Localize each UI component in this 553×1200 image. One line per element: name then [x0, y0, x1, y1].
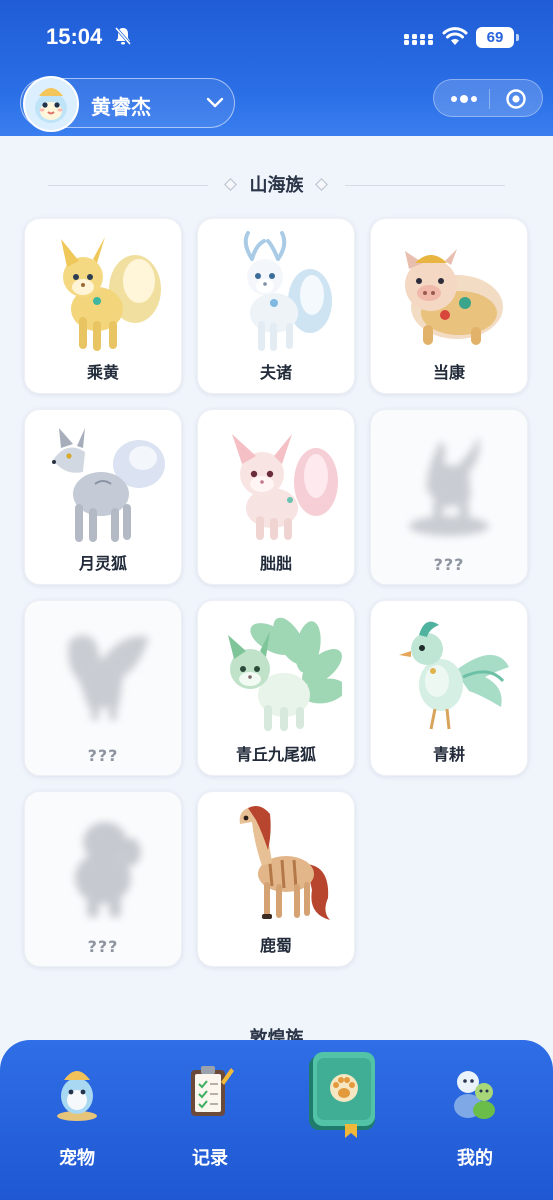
capsule-divider: [489, 89, 490, 109]
users-icon: [454, 1071, 495, 1119]
nav-mine-label: 我的: [457, 1148, 493, 1169]
pet-card-qingqiu-fox[interactable]: 青丘九尾狐: [197, 600, 355, 776]
pet-name: 鹿蜀: [259, 936, 292, 955]
pet-card-qinggeng[interactable]: 青耕: [370, 600, 528, 776]
clipboard-icon: [191, 1066, 234, 1116]
status-bar: 15:04 69: [0, 0, 553, 72]
pink-fox-icon: [232, 434, 338, 540]
pet-card-locked[interactable]: ???: [24, 791, 182, 967]
pet-avatar-icon: [25, 78, 77, 130]
pet-card-dangkang[interactable]: 当康: [370, 218, 528, 394]
silver-fox-icon: [52, 428, 165, 542]
green-bird-icon: [399, 621, 509, 730]
white-deer-icon: [243, 231, 332, 351]
section-header: 山海族: [0, 172, 553, 200]
nav-records-label: 记录: [192, 1148, 228, 1169]
miniapp-capsule: [433, 79, 543, 117]
pet-name: 当康: [432, 363, 465, 382]
signal-icon: [404, 34, 433, 45]
pet-name: 乘黄: [86, 363, 119, 382]
nav-mine[interactable]: 我的: [430, 1062, 520, 1169]
pet-card-fuzhu[interactable]: 夫诸: [197, 218, 355, 394]
nav-pets-label: 宠物: [59, 1148, 95, 1169]
nav-pet-book[interactable]: [305, 1048, 381, 1138]
pet-mascot-icon: [57, 1071, 97, 1121]
user-name: 黄睿杰: [91, 95, 151, 119]
pet-name: 青丘九尾狐: [235, 745, 316, 764]
bottom-nav: 宠物 记录 我的: [0, 1040, 553, 1200]
pig-icon: [405, 249, 503, 345]
pet-name: 夫诸: [259, 363, 292, 382]
pet-card-locked[interactable]: ???: [370, 409, 528, 585]
golden-fox-icon: [61, 237, 161, 351]
nav-pets[interactable]: 宠物: [32, 1062, 122, 1169]
nav-records[interactable]: 记录: [165, 1062, 255, 1169]
pet-name: ???: [433, 555, 465, 574]
status-time: 15:04: [46, 24, 103, 49]
pet-name: ???: [87, 746, 119, 765]
pet-book-icon: [309, 1052, 375, 1138]
battery-indicator: 69: [476, 27, 519, 48]
diamond-icon: [224, 178, 237, 191]
section-divider-right: [345, 185, 505, 186]
nine-tailed-fox-icon: [228, 617, 342, 731]
pet-name: 青耕: [432, 745, 465, 764]
mute-bell-icon: [114, 27, 132, 45]
app-header: 15:04 69 黄睿杰: [0, 0, 553, 136]
locked-silhouette-icon: [68, 634, 149, 721]
pet-card-feifei[interactable]: 朏朏: [197, 409, 355, 585]
section-title: 山海族: [249, 175, 304, 196]
locked-silhouette-icon: [409, 436, 489, 536]
close-miniapp-icon[interactable]: [505, 88, 527, 110]
pet-card-lushu[interactable]: 鹿蜀: [197, 791, 355, 967]
chevron-down-icon[interactable]: [206, 97, 224, 109]
striped-horse-icon: [239, 806, 330, 920]
wifi-icon: [442, 27, 468, 45]
more-icon[interactable]: [450, 91, 478, 107]
pet-name: 月灵狐: [78, 554, 127, 573]
pet-card-yuelinghu[interactable]: 月灵狐: [24, 409, 182, 585]
section-divider-left: [48, 185, 208, 186]
locked-silhouette-icon: [75, 822, 141, 918]
diamond-icon: [315, 178, 328, 191]
user-switcher[interactable]: 黄睿杰: [20, 76, 235, 132]
pet-name: ???: [87, 937, 119, 956]
pet-name: 朏朏: [259, 554, 292, 573]
avatar: [23, 76, 79, 132]
pet-card-locked[interactable]: ???: [24, 600, 182, 776]
pet-card-chenghuang[interactable]: 乘黄: [24, 218, 182, 394]
